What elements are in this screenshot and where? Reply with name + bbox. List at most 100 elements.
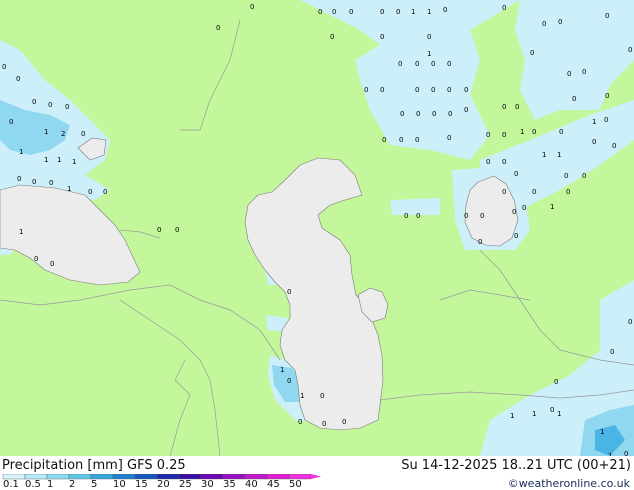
legend-tick: 2	[69, 479, 76, 490]
precip-value-label: 0	[447, 60, 451, 68]
precip-value-label: 0	[530, 49, 534, 57]
legend-tick: 10	[113, 479, 126, 490]
precip-value-label: 0	[604, 116, 608, 124]
precip-value-label: 0	[50, 260, 54, 268]
precip-value-label: 1	[510, 412, 514, 420]
precip-value-label: 0	[416, 212, 420, 220]
precip-value-label: 0	[431, 60, 435, 68]
precip-value-label: 1	[557, 410, 561, 418]
precip-value-label: 0	[502, 188, 506, 196]
precip-value-label: 0	[628, 318, 632, 326]
precip-value-label: 0	[287, 377, 291, 385]
chart-title: Precipitation [mm] GFS 0.25	[2, 458, 186, 473]
precip-value-label: 0	[564, 172, 568, 180]
precip-value-label: 0	[502, 131, 506, 139]
precip-value-label: 0	[364, 86, 368, 94]
precip-value-label: 1	[427, 50, 431, 58]
precip-value-label: 0	[464, 86, 468, 94]
precip-value-label: 0	[478, 238, 482, 246]
legend-tick: 20	[157, 479, 170, 490]
precip-value-label: 0	[542, 20, 546, 28]
precip-value-label: 0	[65, 103, 69, 111]
precip-value-label: 0	[34, 255, 38, 263]
precip-value-label: 0	[514, 232, 518, 240]
legend-tick: 35	[223, 479, 236, 490]
precip-value-label: 0	[502, 158, 506, 166]
precip-value-label: 1	[67, 185, 71, 193]
precip-value-label: 0	[554, 378, 558, 386]
precip-value-label: 0	[464, 106, 468, 114]
precip-value-label: 0	[16, 75, 20, 83]
precip-small-east	[390, 198, 440, 215]
legend-tick: 45	[267, 479, 280, 490]
precip-value-label: 0	[514, 170, 518, 178]
precip-value-label: 1	[592, 118, 596, 126]
precip-value-label: 1	[19, 228, 23, 236]
precip-value-label: 1	[411, 8, 415, 16]
precip-value-label: 0	[2, 63, 6, 71]
precip-value-label: 0	[157, 226, 161, 234]
precip-value-label: 0	[502, 103, 506, 111]
precip-value-label: 0	[480, 212, 484, 220]
precip-value-label: 1	[280, 366, 284, 374]
precip-value-label: 0	[342, 418, 346, 426]
credit-link[interactable]: ©weatheronline.co.uk	[508, 477, 630, 490]
precip-value-label: 0	[572, 95, 576, 103]
precip-value-label: 0	[404, 212, 408, 220]
precip-value-label: 0	[558, 18, 562, 26]
legend-tick: 25	[179, 479, 192, 490]
precip-value-label: 0	[330, 33, 334, 41]
legend-tick: 0.1	[3, 479, 19, 490]
precip-value-label: 0	[48, 101, 52, 109]
precip-value-label: 0	[382, 136, 386, 144]
precip-value-label: 1	[72, 158, 76, 166]
precip-value-label: 0	[318, 8, 322, 16]
precip-value-label: 1	[19, 148, 23, 156]
precip-value-label: 1	[427, 8, 431, 16]
precip-value-label: 0	[400, 110, 404, 118]
precip-value-label: 0	[431, 86, 435, 94]
precip-value-label: 0	[349, 8, 353, 16]
precip-value-label: 1	[550, 203, 554, 211]
precip-value-label: 0	[17, 175, 21, 183]
precip-value-label: 0	[415, 136, 419, 144]
precip-value-label: 0	[566, 188, 570, 196]
precip-value-label: 1	[600, 428, 604, 436]
precip-value-label: 2	[61, 130, 65, 138]
valid-time: Su 14-12-2025 18..21 UTC (00+21)	[401, 458, 631, 473]
precip-value-label: 1	[557, 151, 561, 159]
precip-value-label: 0	[88, 188, 92, 196]
precip-value-label: 0	[320, 392, 324, 400]
legend-tick: 15	[135, 479, 148, 490]
color-legend: 0.1 0.5 1 2 5 10 15 20 25 30 35 40 45 50	[0, 474, 330, 490]
precip-value-label: 0	[399, 136, 403, 144]
precip-value-label: 0	[175, 226, 179, 234]
precip-value-label: 0	[559, 128, 563, 136]
precip-value-label: 1	[520, 128, 524, 136]
precip-value-label: 0	[502, 4, 506, 12]
precip-value-label: 0	[298, 418, 302, 426]
legend-tick: 50	[289, 479, 302, 490]
precip-value-label: 0	[582, 172, 586, 180]
precip-value-label: 0	[332, 8, 336, 16]
precip-value-label: 0	[398, 60, 402, 68]
precip-value-label: 0	[32, 98, 36, 106]
precip-value-label: 0	[380, 8, 384, 16]
precip-value-label: 0	[216, 24, 220, 32]
precip-value-label: 0	[380, 33, 384, 41]
precip-value-label: 0	[427, 33, 431, 41]
precip-value-label: 0	[415, 60, 419, 68]
precip-value-label: 0	[322, 420, 326, 428]
precip-value-label: 0	[416, 110, 420, 118]
precip-value-label: 0	[9, 118, 13, 126]
legend-tick: 5	[91, 479, 98, 490]
precip-value-label: 0	[628, 46, 632, 54]
precip-value-label: 0	[448, 110, 452, 118]
precip-value-label: 0	[443, 6, 447, 14]
precip-value-label: 0	[582, 68, 586, 76]
precip-value-label: 0	[605, 92, 609, 100]
precip-value-label: 0	[447, 86, 451, 94]
precip-value-label: 1	[57, 156, 61, 164]
precip-value-label: 0	[49, 179, 53, 187]
precip-value-label: 1	[532, 410, 536, 418]
